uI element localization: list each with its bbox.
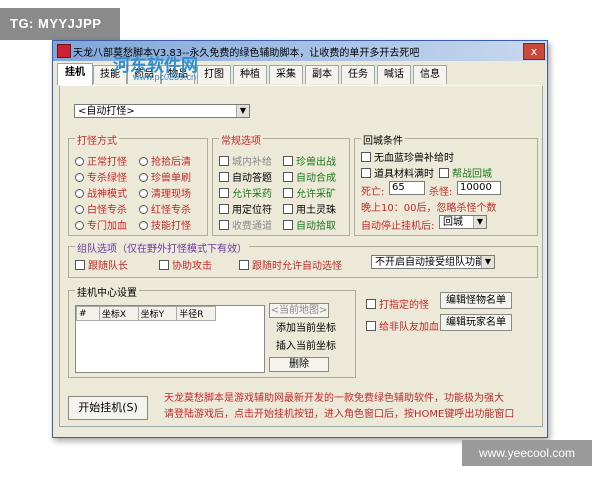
col-y[interactable]: 坐标Y — [137, 306, 178, 321]
check-locator[interactable]: 用定位符 — [219, 201, 272, 216]
kill-count-input[interactable]: 10000 — [457, 181, 501, 195]
check-auto-answer[interactable]: 自动答题 — [219, 169, 272, 184]
team-accept-select-value: 不开启自动接受组队功能 — [375, 257, 485, 268]
chevron-down-icon: ▼ — [236, 105, 249, 117]
col-radius[interactable]: 半径R — [176, 306, 216, 321]
radio-white-only[interactable]: 白怪专杀 — [75, 201, 127, 216]
tab-hangup[interactable]: 挂机 — [57, 63, 93, 85]
death-count-input[interactable]: 65 — [389, 181, 425, 195]
check-allow-herbs[interactable]: 允许采药 — [219, 185, 272, 200]
close-button[interactable]: x — [523, 43, 545, 60]
radio-skill-attack[interactable]: 技能打怪 — [139, 217, 191, 232]
common-options-title: 常规选项 — [219, 132, 263, 147]
auto-stop-select-value: 回城 — [443, 217, 463, 228]
check-gang-return[interactable]: 帮战回城 — [439, 165, 492, 180]
tab-shout[interactable]: 喊话 — [377, 65, 411, 84]
kill-label: 杀怪: — [429, 187, 453, 198]
radio-pet-solo[interactable]: 珍兽单刷 — [139, 169, 191, 184]
tab-dungeon[interactable]: 副本 — [305, 65, 339, 84]
check-pet-battle[interactable]: 珍兽出战 — [283, 153, 336, 168]
check-items-full[interactable]: 道具材料满时 — [361, 165, 434, 180]
return-conditions-title: 回城条件 — [361, 132, 405, 147]
team-options-title: 组队选项（仅在野外打怪模式下有效） — [75, 240, 249, 255]
check-auto-combine[interactable]: 自动合成 — [283, 169, 336, 184]
coordinate-list[interactable]: # 坐标X 坐标Y 半径R — [75, 305, 265, 373]
mode-select-value: <自动打怪> — [78, 106, 135, 117]
start-hangup-button[interactable]: 开始挂机(S) — [68, 396, 148, 420]
tab-info[interactable]: 信息 — [413, 65, 447, 84]
app-icon — [57, 44, 71, 58]
check-city-supply[interactable]: 城内补给 — [219, 153, 272, 168]
check-heal-non-team[interactable]: 给非队友加血 — [366, 318, 439, 333]
attack-mode-group: 打怪方式 正常打怪 抢拾后清 专杀绿怪 珍兽单刷 战神模式 清理现场 白怪专杀 … — [68, 132, 208, 236]
check-paid-channel[interactable]: 收费通道 — [219, 217, 272, 232]
check-earth-bead[interactable]: 用土灵珠 — [283, 201, 336, 216]
edit-players-button[interactable]: 编辑玩家名单 — [440, 314, 512, 331]
check-assist-attack[interactable]: 协助攻击 — [159, 257, 212, 272]
site-watermark: www.yeecool.com — [462, 440, 592, 466]
add-coordinate-button[interactable]: 添加当前坐标 — [269, 321, 343, 336]
check-follow-leader[interactable]: 跟随队长 — [75, 257, 128, 272]
mode-select[interactable]: <自动打怪> ▼ — [74, 104, 250, 118]
delete-coordinate-button[interactable]: 删除 — [269, 357, 329, 372]
radio-war-god[interactable]: 战神模式 — [75, 185, 127, 200]
radio-normal-attack[interactable]: 正常打怪 — [75, 153, 127, 168]
check-allow-mining[interactable]: 允许采矿 — [283, 185, 336, 200]
edit-monsters-button[interactable]: 编辑怪物名单 — [440, 292, 512, 309]
attack-mode-title: 打怪方式 — [75, 132, 119, 147]
auto-stop-select[interactable]: 回城 ▼ — [439, 215, 487, 229]
col-x[interactable]: 坐标X — [98, 306, 139, 321]
chevron-down-icon: ▼ — [473, 216, 486, 228]
footer-line-2: 请登陆游戏后，点击开始挂机按钮，进入角色窗口后，按HOME键呼出功能窗口 — [164, 409, 515, 420]
chevron-down-icon: ▼ — [481, 256, 494, 268]
app-window: 天龙八部莫愁脚本V3.83--永久免费的绿色辅助脚本，让收费的单开多开去死吧 x… — [52, 40, 548, 438]
check-hit-target[interactable]: 打指定的怪 — [366, 296, 429, 311]
radio-green-only[interactable]: 专杀绿怪 — [75, 169, 127, 184]
radio-red-only[interactable]: 红怪专杀 — [139, 201, 191, 216]
radio-clear-scene[interactable]: 清理现场 — [139, 185, 191, 200]
team-options-group: 组队选项（仅在野外打怪模式下有效） 跟随队长 协助攻击 跟随时允许自动选怪 不开… — [68, 240, 538, 278]
evening-note: 晚上10：00后，忽略杀怪个数 — [361, 203, 497, 214]
hang-center-group: 挂机中心设置 # 坐标X 坐标Y 半径R <当前地图> 添加当前坐标 插入当前坐… — [68, 284, 356, 378]
tab-quest[interactable]: 任务 — [341, 65, 375, 84]
tab-gathering[interactable]: 采集 — [269, 65, 303, 84]
hang-center-title: 挂机中心设置 — [75, 284, 139, 299]
insert-coordinate-button[interactable]: 插入当前坐标 — [269, 339, 343, 354]
col-index[interactable]: # — [76, 306, 100, 321]
check-auto-pickup[interactable]: 自动拾取 — [283, 217, 336, 232]
check-no-pet-food[interactable]: 无血蓝珍兽补给时 — [361, 149, 454, 164]
death-label: 死亡: — [361, 187, 385, 198]
tab-treasure-map[interactable]: 打图 — [197, 65, 231, 84]
radio-heal-only[interactable]: 专门加血 — [75, 217, 127, 232]
team-accept-select[interactable]: 不开启自动接受组队功能 ▼ — [371, 255, 495, 269]
footer-line-1: 天龙莫愁脚本是游戏辅助网最新开发的一款免费绿色辅助软件，功能极为强大 — [164, 393, 504, 404]
return-conditions-group: 回城条件 无血蓝珍兽补给时 道具材料满时 帮战回城 死亡: 65 杀怪: 100… — [354, 132, 538, 236]
check-follow-allow-select[interactable]: 跟随时允许自动选怪 — [239, 257, 342, 272]
common-options-group: 常规选项 城内补给 珍兽出战 自动答题 自动合成 允许采药 允许采矿 用定位符 … — [212, 132, 350, 236]
hangup-page: <自动打怪> ▼ 打怪方式 正常打怪 抢拾后清 专杀绿怪 珍兽单刷 战神模式 清… — [59, 85, 543, 427]
auto-stop-label: 自动停止挂机后: — [361, 221, 435, 232]
current-map-button[interactable]: <当前地图> — [269, 303, 329, 318]
watermark-url: www.pc0359.cn — [133, 72, 197, 82]
tg-badge: TG: MYYJJPP — [0, 8, 120, 40]
radio-pick-then-clear[interactable]: 抢拾后清 — [139, 153, 191, 168]
tab-planting[interactable]: 种植 — [233, 65, 267, 84]
